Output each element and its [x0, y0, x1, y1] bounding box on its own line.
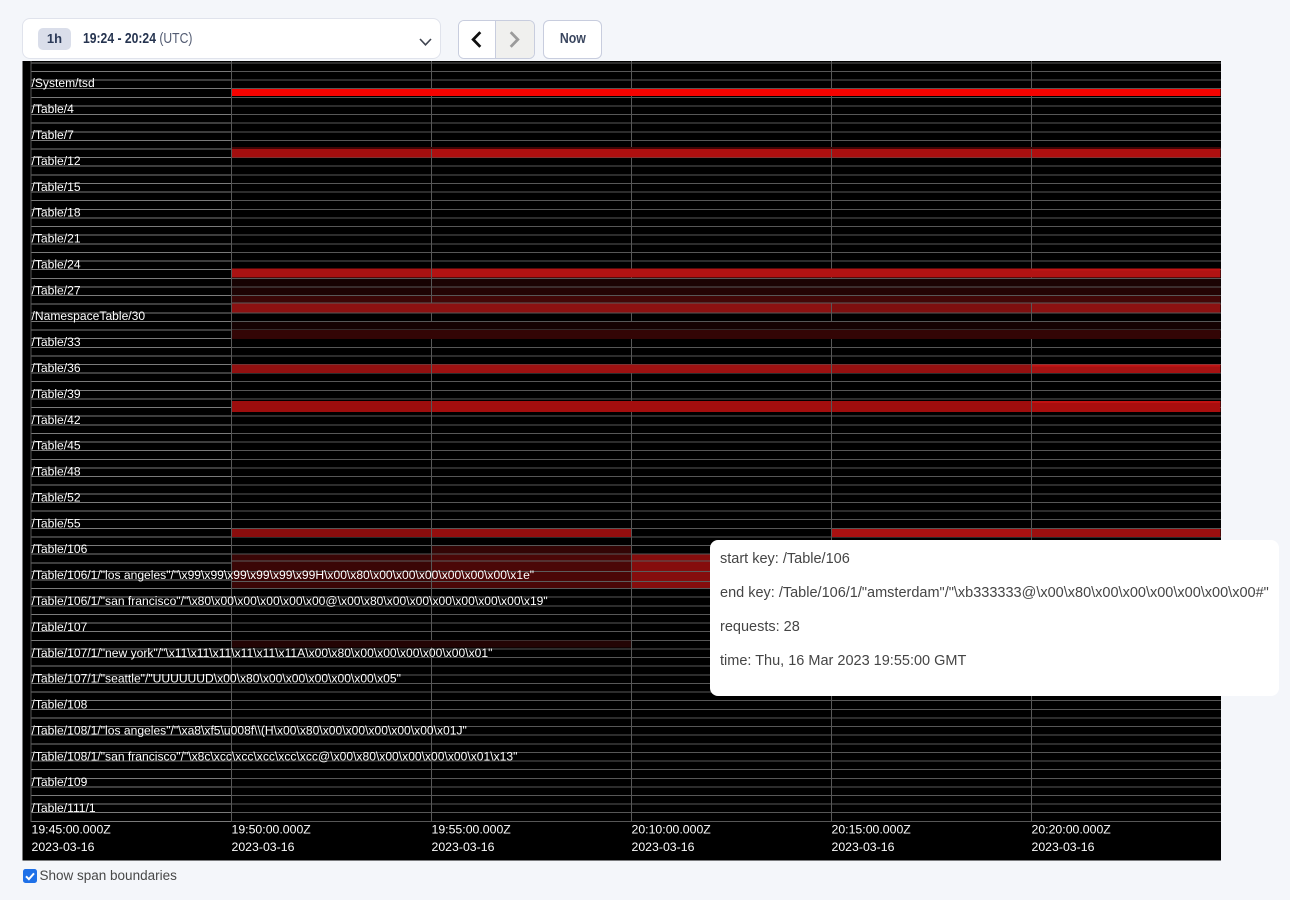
svg-text:/Table/106/1/"san francisco"/": /Table/106/1/"san francisco"/"\x80\x00\x…: [32, 594, 548, 608]
svg-text:2023-03-16: 2023-03-16: [232, 840, 295, 854]
svg-text:2023-03-16: 2023-03-16: [32, 840, 95, 854]
svg-text:/Table/111/1: /Table/111/1: [32, 801, 96, 815]
svg-text:/Table/107: /Table/107: [32, 620, 88, 634]
svg-text:/Table/4: /Table/4: [32, 102, 75, 116]
svg-text:/Table/33: /Table/33: [32, 335, 81, 349]
svg-text:/Table/12: /Table/12: [32, 154, 81, 168]
svg-text:/Table/108/1/"san francisco"/": /Table/108/1/"san francisco"/"\x8c\xcc\x…: [32, 749, 518, 763]
svg-text:/Table/109: /Table/109: [32, 775, 88, 789]
svg-text:/Table/15: /Table/15: [32, 180, 81, 194]
svg-text:/Table/108/1/"los angeles"/"\x: /Table/108/1/"los angeles"/"\xa8\xf5\u00…: [32, 723, 467, 737]
svg-text:/Table/36: /Table/36: [32, 361, 81, 375]
svg-text:/System/tsd: /System/tsd: [32, 76, 95, 90]
svg-text:/Table/7: /Table/7: [32, 128, 75, 142]
svg-text:19:55:00.000Z: 19:55:00.000Z: [432, 823, 512, 837]
svg-text:2023-03-16: 2023-03-16: [832, 840, 895, 854]
svg-text:2023-03-16: 2023-03-16: [1032, 840, 1095, 854]
svg-text:19:50:00.000Z: 19:50:00.000Z: [232, 823, 312, 837]
svg-text:/Table/48: /Table/48: [32, 465, 81, 479]
svg-text:/Table/107/1/"seattle"/"UUUUUU: /Table/107/1/"seattle"/"UUUUUUD\x00\x80\…: [32, 672, 401, 686]
svg-text:/Table/18: /Table/18: [32, 206, 81, 220]
svg-text:/Table/108: /Table/108: [32, 698, 88, 712]
svg-text:2023-03-16: 2023-03-16: [632, 840, 695, 854]
svg-text:/Table/39: /Table/39: [32, 387, 81, 401]
svg-text:/Table/106: /Table/106: [32, 542, 88, 556]
svg-text:20:20:00.000Z: 20:20:00.000Z: [1032, 823, 1112, 837]
svg-text:19:45:00.000Z: 19:45:00.000Z: [32, 823, 112, 837]
svg-text:20:10:00.000Z: 20:10:00.000Z: [632, 823, 712, 837]
svg-text:/Table/45: /Table/45: [32, 439, 81, 453]
svg-text:/Table/21: /Table/21: [32, 232, 81, 246]
svg-text:/Table/24: /Table/24: [32, 257, 81, 271]
svg-text:/Table/55: /Table/55: [32, 516, 81, 530]
svg-text:/NamespaceTable/30: /NamespaceTable/30: [32, 309, 146, 323]
svg-text:/Table/52: /Table/52: [32, 490, 81, 504]
svg-text:/Table/27: /Table/27: [32, 283, 81, 297]
svg-text:/Table/106/1/"los angeles"/"\x: /Table/106/1/"los angeles"/"\x99\x99\x99…: [32, 568, 535, 582]
svg-text:20:15:00.000Z: 20:15:00.000Z: [832, 823, 912, 837]
svg-text:/Table/42: /Table/42: [32, 413, 81, 427]
svg-text:/Table/107/1/"new york"/"\x11\: /Table/107/1/"new york"/"\x11\x11\x11\x1…: [32, 646, 493, 660]
svg-text:2023-03-16: 2023-03-16: [432, 840, 495, 854]
